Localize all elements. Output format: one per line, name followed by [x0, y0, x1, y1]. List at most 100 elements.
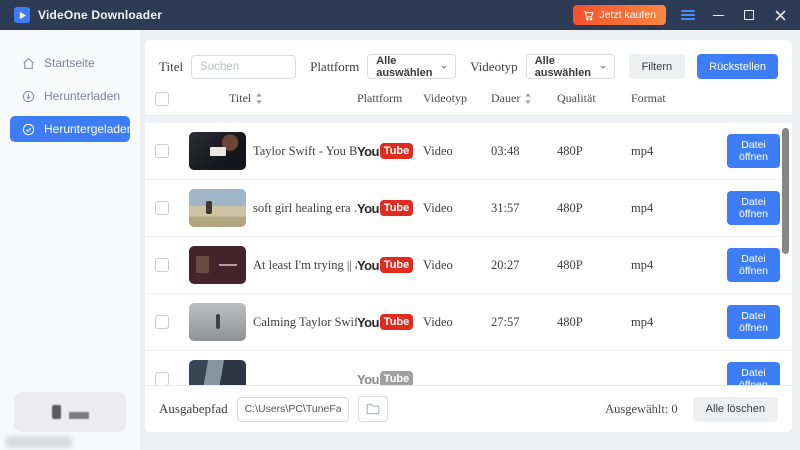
video-quality: 480P [557, 314, 583, 329]
video-type: Video [423, 143, 453, 158]
download-list: Taylor Swift - You Be… YouTube Video 03:… [145, 123, 792, 385]
table-row: Calming Taylor Swift… YouTube Video 27:5… [145, 294, 792, 351]
video-duration: 27:57 [491, 314, 520, 329]
row-checkbox[interactable] [155, 258, 169, 272]
platform-filter-label: Plattform [310, 58, 360, 74]
open-file-button[interactable]: Datei öffnen [727, 134, 780, 168]
sidebar-item-herunterladen[interactable]: Herunterladen [10, 83, 130, 109]
sidebar: Startseite Herunterladen Heruntergeladen [0, 30, 140, 450]
folder-icon [366, 403, 379, 415]
app-identity: VideOne Downloader [14, 7, 162, 23]
video-title: soft girl healing era … [253, 200, 357, 215]
banner-device-icon [68, 411, 89, 419]
reset-button[interactable]: Rückstellen [697, 54, 778, 79]
table-row: soft girl healing era … You Tube Video 31… [145, 180, 792, 237]
open-file-button[interactable]: Datei öffnen [727, 248, 780, 282]
chevron-down-icon [441, 65, 447, 69]
close-button[interactable] [772, 7, 788, 23]
output-path-input[interactable] [236, 396, 349, 422]
video-quality: 480P [557, 257, 583, 272]
open-file-button[interactable]: Datei öffnen [727, 362, 780, 385]
table-separator [145, 116, 792, 123]
select-all-checkbox[interactable] [155, 91, 169, 106]
close-icon [775, 10, 785, 20]
sidebar-item-label: Startseite [44, 56, 95, 70]
video-thumbnail [189, 189, 246, 227]
video-duration: 31:57 [491, 200, 520, 215]
filter-bar: Titel Plattform Alle auswählen Videotyp … [145, 40, 792, 82]
chevron-down-icon [600, 65, 605, 69]
video-format: mp4 [631, 200, 654, 215]
maximize-icon [744, 10, 754, 20]
row-checkbox[interactable] [155, 201, 169, 215]
minimize-icon [712, 14, 724, 16]
open-file-button[interactable]: Datei öffnen [727, 191, 780, 225]
video-type: Video [423, 314, 453, 329]
scrollbar-thumb[interactable] [782, 128, 789, 254]
main-panel: Titel Plattform Alle auswählen Videotyp … [145, 40, 792, 432]
filter-button[interactable]: Filtern [628, 54, 686, 79]
header-duration: Dauer [491, 91, 557, 106]
video-type: Video [423, 257, 453, 272]
sidebar-item-label: Herunterladen [44, 89, 121, 103]
table-header: Titel Plattform Videotyp Dauer Qualität … [145, 82, 792, 116]
search-input[interactable] [191, 54, 297, 79]
cart-icon [584, 10, 595, 20]
selected-count-value: 0 [671, 401, 678, 416]
buy-button[interactable]: Jetzt kaufen [573, 5, 666, 25]
row-checkbox[interactable] [155, 372, 169, 385]
youtube-logo: You Tube [357, 314, 423, 330]
sidebar-item-label: Heruntergeladen [44, 122, 134, 136]
header-title: Titel [189, 91, 357, 106]
video-quality: 480P [557, 200, 583, 215]
footer-bar: Ausgabepfad Ausgewählt: 0 Alle löschen [145, 385, 792, 432]
open-file-button[interactable]: Datei öffnen [727, 305, 780, 339]
video-title: Calming Taylor Swift… [253, 314, 357, 329]
table-row: At least I'm trying || a… YouTube Video … [145, 237, 792, 294]
sort-icon[interactable] [255, 93, 263, 104]
titlebar: VideOne Downloader Jetzt kaufen [0, 0, 800, 30]
clear-all-button[interactable]: Alle löschen [692, 396, 778, 422]
menu-icon[interactable] [681, 10, 695, 20]
youtube-logo: You Tube [357, 257, 423, 273]
sort-icon[interactable] [524, 93, 532, 104]
video-thumbnail [189, 246, 246, 284]
buy-button-label: Jetzt kaufen [599, 9, 656, 21]
youtube-logo: You Tube [357, 200, 423, 216]
row-checkbox[interactable] [155, 315, 169, 329]
row-checkbox[interactable] [155, 144, 169, 158]
banner-figure-icon [51, 405, 61, 419]
platform-dropdown-value: Alle auswählen [376, 54, 433, 79]
title-filter-label: Titel [159, 58, 184, 74]
video-format: mp4 [631, 314, 654, 329]
sidebar-item-startseite[interactable]: Startseite [10, 50, 130, 76]
download-icon [22, 90, 35, 102]
maximize-button[interactable] [741, 7, 757, 23]
header-format: Format [631, 91, 666, 105]
youtube-logo: You Tube [357, 143, 423, 159]
video-title: At least I'm trying || a… [253, 257, 357, 272]
minimize-button[interactable] [710, 7, 726, 23]
videotype-dropdown[interactable]: Alle auswählen [525, 54, 615, 79]
browse-folder-button[interactable] [357, 396, 388, 422]
selected-count-label: Ausgewählt: 0 [605, 401, 678, 416]
sidebar-banner [14, 392, 126, 432]
header-quality: Qualität [557, 91, 596, 105]
sidebar-item-heruntergeladen[interactable]: Heruntergeladen [10, 116, 134, 142]
table-row: Taylor Swift - You Be… YouTube Video 03:… [145, 123, 792, 180]
platform-dropdown[interactable]: Alle auswählen [367, 54, 457, 79]
home-icon [23, 57, 34, 69]
video-title: Taylor Swift - You Be… [253, 143, 357, 158]
output-path-label: Ausgabepfad [159, 401, 228, 416]
check-circle-icon [22, 123, 35, 135]
video-thumbnail [189, 360, 246, 385]
video-duration: 20:27 [491, 257, 520, 272]
video-format: mp4 [631, 143, 654, 158]
video-format: mp4 [631, 257, 654, 272]
videotype-dropdown-value: Alle auswählen [534, 54, 591, 79]
table-row: You Tube Datei öffnen [145, 351, 792, 385]
sidebar-watermark [6, 436, 72, 448]
header-videotype: Videotyp [423, 91, 467, 105]
video-quality: 480P [557, 143, 583, 158]
app-title: VideOne Downloader [38, 8, 163, 22]
